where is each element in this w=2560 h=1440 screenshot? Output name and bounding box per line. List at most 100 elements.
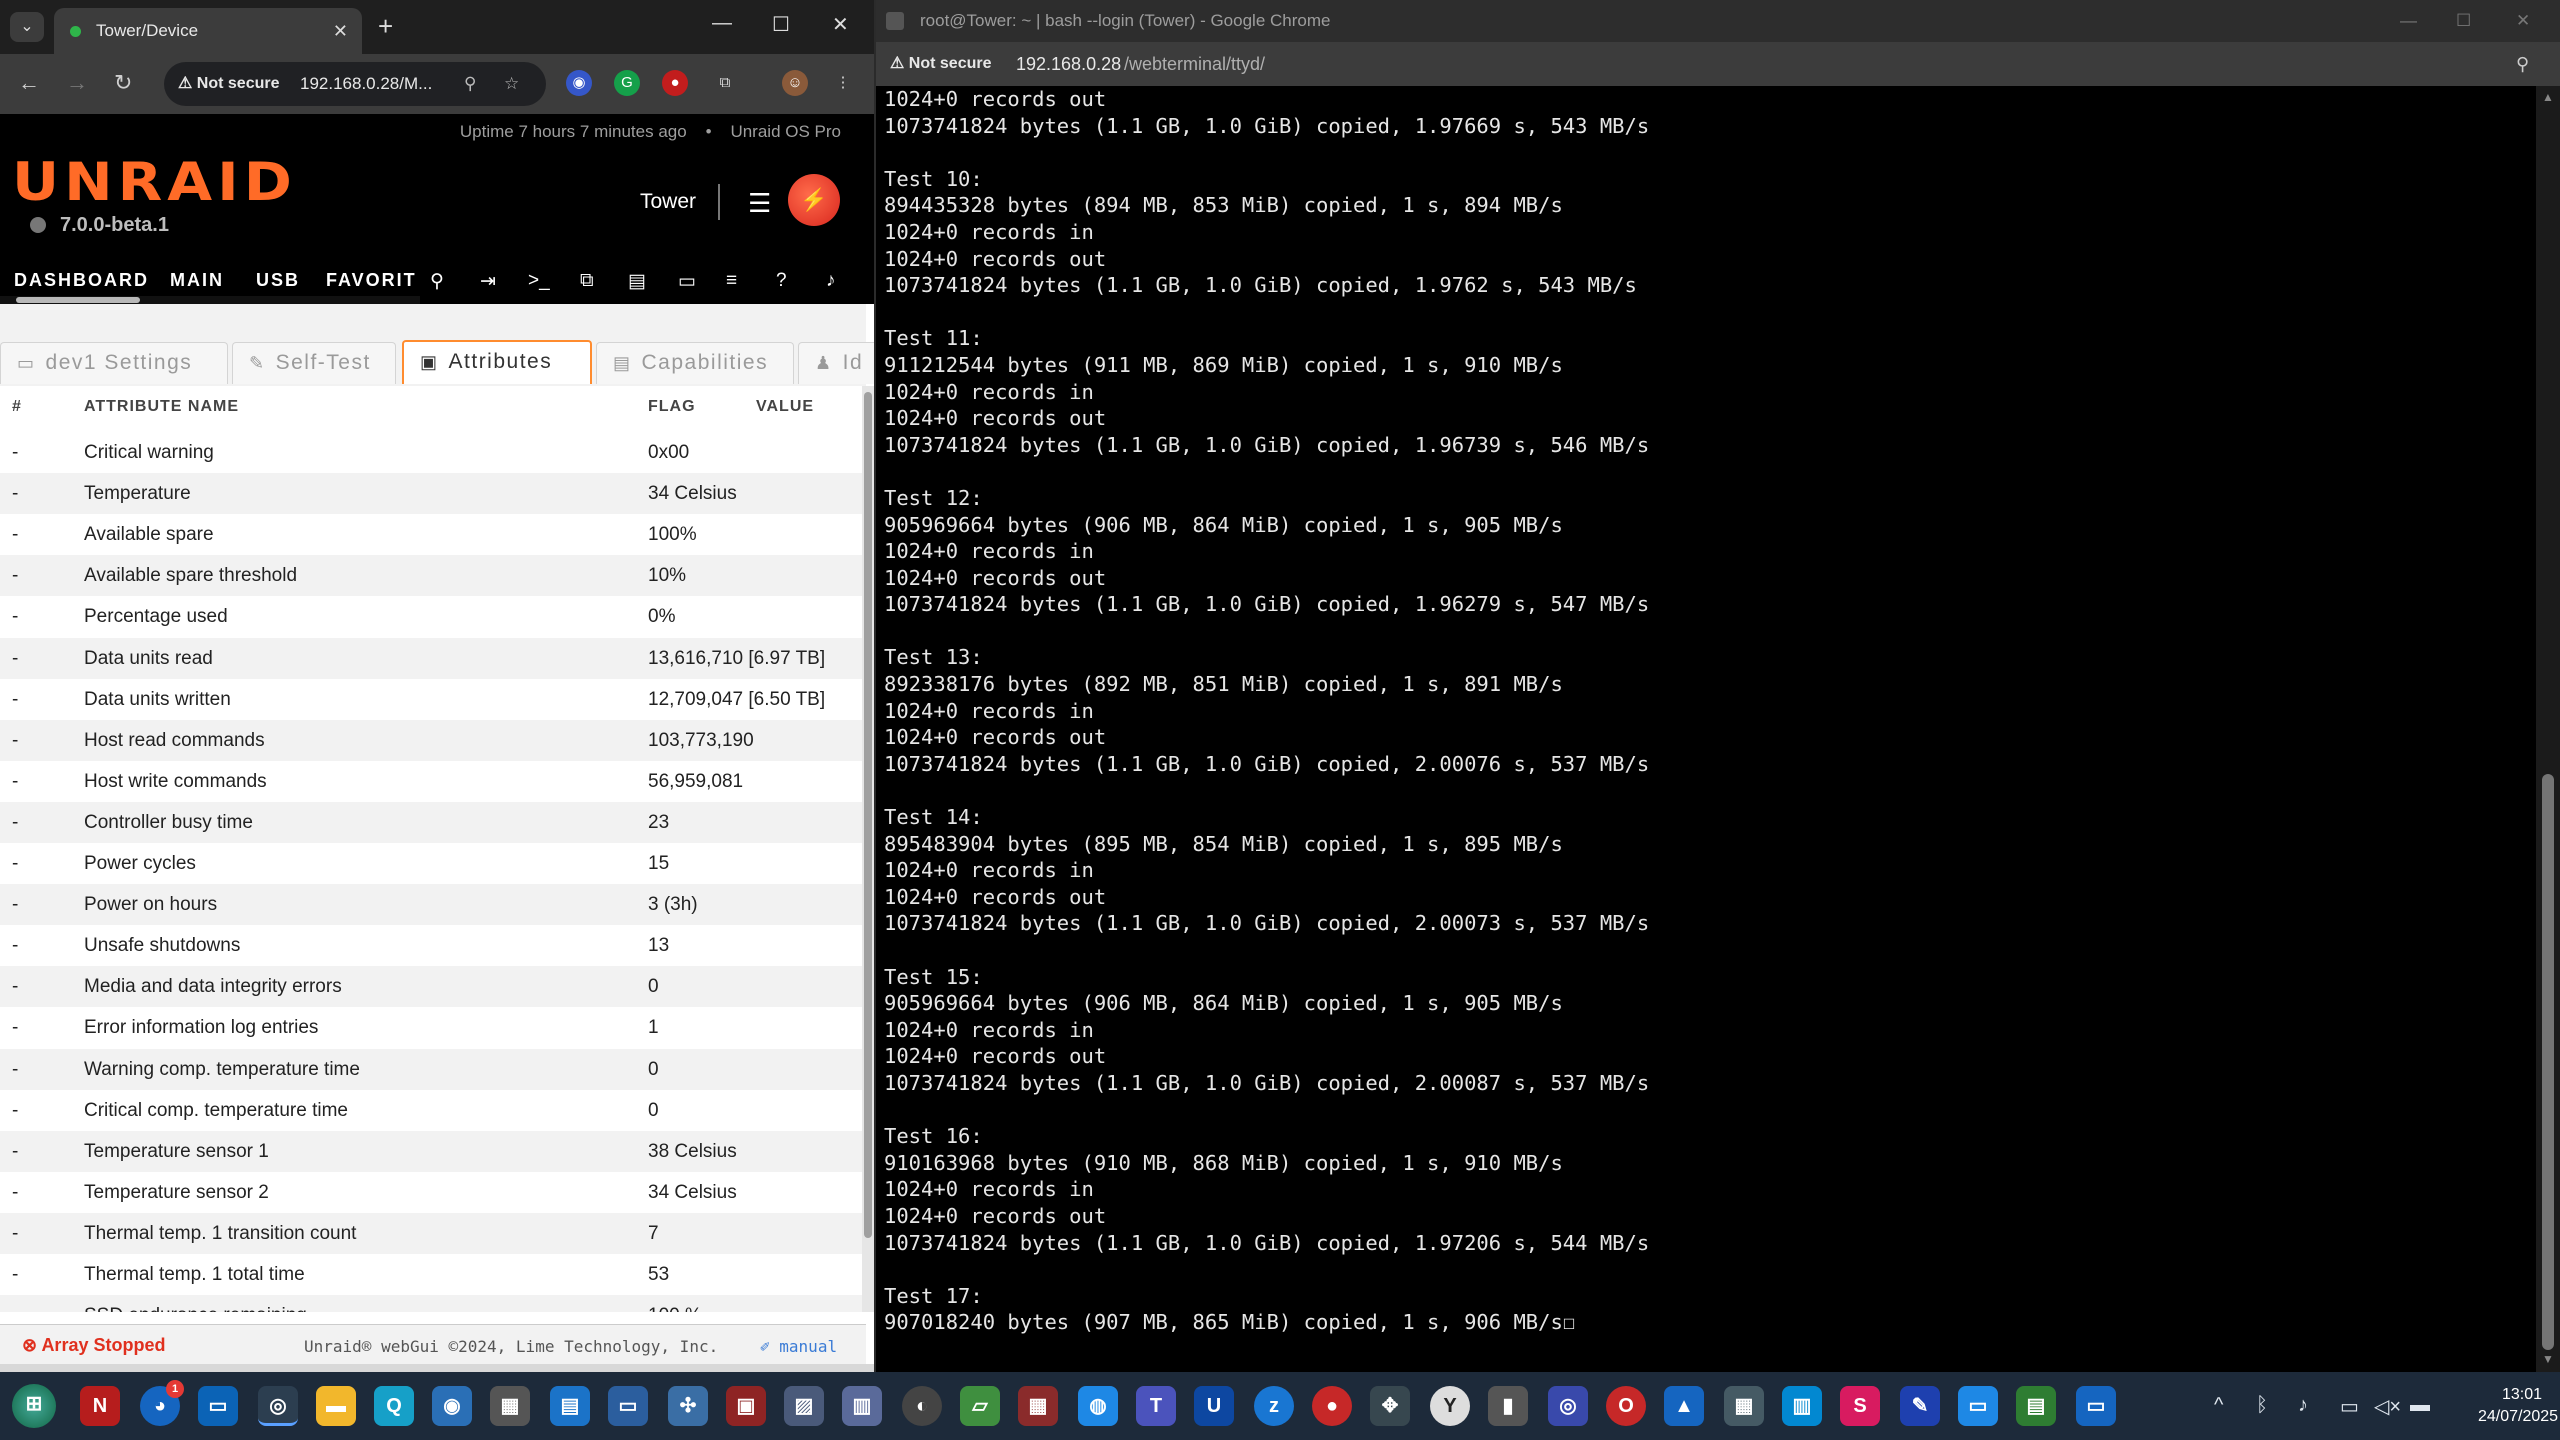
grammarly-icon[interactable]: G (614, 70, 640, 96)
help-icon[interactable]: ? (776, 270, 787, 292)
page-scrollbar-thumb[interactable] (864, 392, 872, 1238)
close-window-button[interactable]: ✕ (2516, 0, 2530, 42)
app-icon-11[interactable]: ✣ (668, 1386, 708, 1426)
nav-dashboard[interactable]: DASHBOARD (14, 270, 149, 291)
teams-icon[interactable]: T (1136, 1386, 1176, 1426)
tab-attributes[interactable]: ▣ Attributes (402, 340, 592, 384)
app-icon-17[interactable]: ▦ (1018, 1386, 1058, 1426)
nav-favorites[interactable]: FAVORIT (326, 270, 417, 291)
maximize-button[interactable]: ☐ (2456, 0, 2471, 42)
scroll-up-icon[interactable]: ▲ (2542, 90, 2554, 104)
nav-scrollbar[interactable] (0, 296, 420, 304)
zoom-icon[interactable]: ⚲ (2516, 42, 2529, 86)
bookmark-star-icon[interactable]: ☆ (504, 62, 519, 106)
tab-search-button[interactable]: ⌄ (10, 12, 44, 42)
forward-icon[interactable]: → (66, 70, 88, 96)
app-icon-20[interactable]: U (1194, 1386, 1234, 1426)
app-icon-32[interactable]: ✎ (1900, 1386, 1940, 1426)
app-icon-28[interactable]: ▲ (1664, 1386, 1704, 1426)
app-icon-16[interactable]: ▱ (960, 1386, 1000, 1426)
app-icon-10[interactable]: ▭ (608, 1386, 648, 1426)
address-bar[interactable]: ⚠ Not secure 192.168.0.28/M... ⚲ ☆ (164, 62, 546, 106)
url-path[interactable]: /webterminal/ttyd/ (1124, 42, 1265, 86)
url-text[interactable]: 192.168.0.28/M... (300, 62, 432, 106)
app-icon-18[interactable]: ◍ (1078, 1386, 1118, 1426)
app-icon-34[interactable]: ▤ (2016, 1386, 2056, 1426)
terminal-icon[interactable]: >_ (528, 270, 550, 292)
terminal-scrollbar[interactable]: ▲ ▼ (2536, 86, 2560, 1372)
tab-capabilities[interactable]: ▤ Capabilities (596, 342, 794, 384)
bluetooth-icon[interactable]: ᛒ (2256, 1394, 2268, 1417)
app-icon-25[interactable]: ▮ (1488, 1386, 1528, 1426)
monitor-app-icon[interactable]: ▭ (198, 1386, 238, 1426)
nav-main[interactable]: MAIN (170, 270, 224, 291)
app-icon-15[interactable]: ◐ (902, 1386, 942, 1426)
minimize-button[interactable]: — (2400, 0, 2417, 42)
app-icon-9[interactable]: ▤ (550, 1386, 590, 1426)
copy-icon[interactable]: ⧉ (580, 270, 594, 292)
app-icon-24[interactable]: Y (1430, 1386, 1470, 1426)
app-icon-35[interactable]: ▭ (2076, 1386, 2116, 1426)
extension-icon[interactable]: ◉ (566, 70, 592, 96)
browser-tab[interactable]: Tower/Device ✕ (54, 8, 362, 54)
feedback-icon[interactable]: ▤ (628, 270, 646, 293)
nav-scrollbar-thumb[interactable] (16, 297, 140, 303)
app-icon-31[interactable]: S (1840, 1386, 1880, 1426)
calc-icon[interactable]: ▦ (1724, 1386, 1764, 1426)
terminal-scrollbar-thumb[interactable] (2542, 774, 2554, 1350)
calculator-icon[interactable]: ▦ (490, 1386, 530, 1426)
app-icon-12[interactable]: ▣ (726, 1386, 766, 1426)
file-explorer-icon[interactable]: ▬ (316, 1386, 356, 1426)
app-icon-23[interactable]: ✥ (1370, 1386, 1410, 1426)
maximize-button[interactable]: ☐ (772, 12, 790, 37)
search-icon[interactable]: ⚲ (430, 270, 444, 293)
menu-dots-icon[interactable]: ⋮ (830, 70, 856, 96)
log-icon[interactable]: ⇥ (480, 270, 496, 293)
app-icon-13[interactable]: ▨ (784, 1386, 824, 1426)
extension-red-icon[interactable]: ● (662, 70, 688, 96)
tray-chevron-icon[interactable]: ^ (2214, 1394, 2223, 1417)
unraid-logo[interactable]: UNRAID (12, 151, 297, 212)
tab-identity[interactable]: ♟ Id (798, 342, 874, 384)
zoom-app-icon[interactable]: z (1254, 1386, 1294, 1426)
manual-link[interactable]: ✐ manual (760, 1337, 837, 1356)
back-icon[interactable]: ← (18, 70, 40, 96)
extensions-puzzle-icon[interactable]: ⧉ (712, 70, 738, 96)
battery-icon[interactable]: ▬ (2410, 1394, 2430, 1417)
not-secure-label[interactable]: ⚠ Not secure (890, 42, 992, 86)
app-icon-14[interactable]: ▥ (842, 1386, 882, 1426)
record-icon[interactable]: ● (1312, 1386, 1352, 1426)
not-secure-label[interactable]: ⚠ Not secure (178, 62, 280, 106)
discord-icon[interactable]: ◎ (1548, 1386, 1588, 1426)
search-app-icon[interactable]: Q (374, 1386, 414, 1426)
network-icon[interactable]: ▭ (2340, 1394, 2359, 1419)
terminal-output[interactable]: 1024+0 records out 1073741824 bytes (1.1 … (876, 86, 2536, 1372)
minimize-button[interactable]: — (712, 12, 732, 35)
page-scrollbar[interactable] (862, 386, 874, 1312)
messenger-icon[interactable]: ◕ 1 (140, 1380, 184, 1426)
reload-icon[interactable]: ↻ (114, 70, 132, 96)
zoom-icon[interactable]: ⚲ (464, 62, 476, 106)
bell-icon[interactable]: ♪ (826, 270, 836, 292)
new-tab-button[interactable]: + (378, 12, 393, 40)
tab-self-test[interactable]: ✎ Self-Test (232, 342, 396, 384)
volume-muted-icon[interactable]: ◁× (2374, 1394, 2401, 1419)
tab-settings[interactable]: ▭ dev1 Settings (0, 342, 228, 384)
close-tab-icon[interactable]: ✕ (333, 8, 348, 54)
horizontal-scrollbar[interactable] (0, 1364, 874, 1372)
app-icon-1[interactable]: N (80, 1386, 120, 1426)
app-icon-7[interactable]: ◉ (432, 1386, 472, 1426)
scroll-down-icon[interactable]: ▼ (2542, 1352, 2554, 1366)
profile-avatar-icon[interactable]: ☺ (782, 70, 808, 96)
clock[interactable]: 13:01 24/07/2025 (2478, 1384, 2558, 1428)
monitor-icon[interactable]: ▭ (678, 270, 696, 293)
hamburger-menu-icon[interactable]: ☰ (748, 188, 771, 219)
app-icon-33[interactable]: ▭ (1958, 1386, 1998, 1426)
address-bar[interactable]: ⚠ Not secure 192.168.0.28 /webterminal/t… (876, 42, 2560, 86)
app-icon-30[interactable]: ▥ (1782, 1386, 1822, 1426)
user-avatar[interactable]: ⚡ (788, 174, 840, 226)
url-host[interactable]: 192.168.0.28 (1016, 42, 1121, 86)
manual-link-text[interactable]: manual (779, 1337, 837, 1356)
nav-usb[interactable]: USB (256, 270, 300, 291)
close-window-button[interactable]: ✕ (832, 12, 849, 37)
